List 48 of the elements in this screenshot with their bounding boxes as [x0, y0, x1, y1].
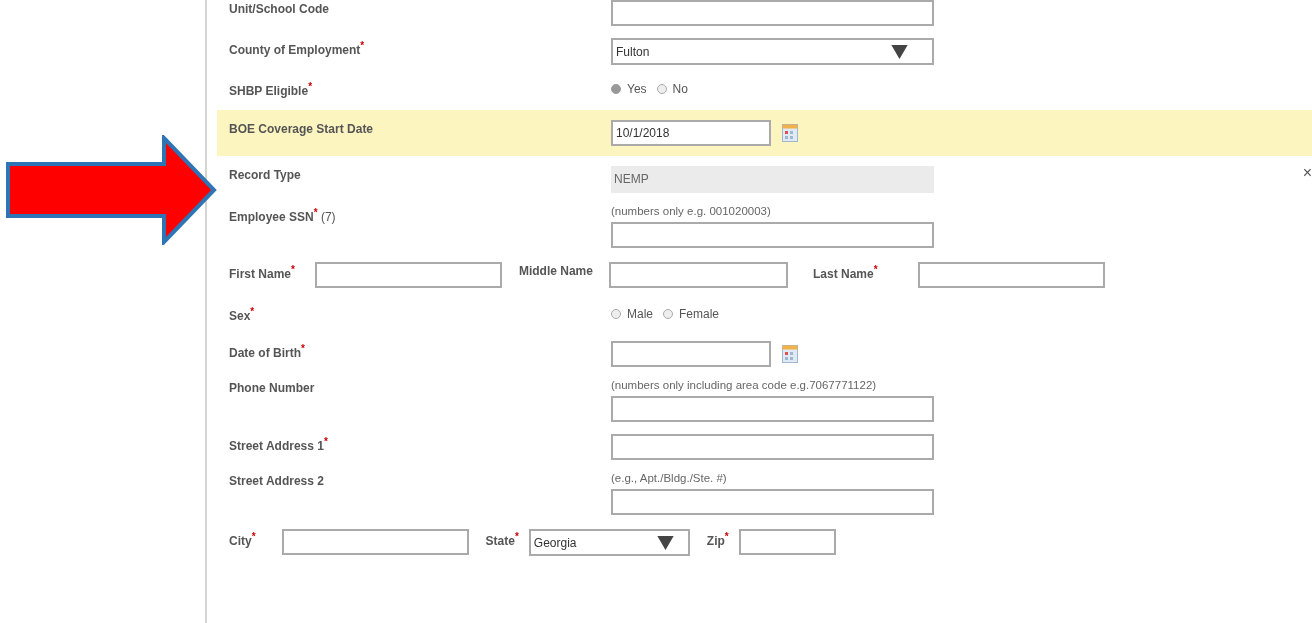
- caret-icon: [891, 44, 908, 59]
- input-field[interactable]: [611, 489, 934, 515]
- option-label: Male: [627, 307, 653, 321]
- input-field[interactable]: [314, 262, 502, 288]
- readonly-field: NEMP: [611, 166, 934, 193]
- option-label: Female: [679, 307, 720, 321]
- field-label: City$^{*}$: [229, 530, 256, 548]
- field-label: SHBP Eligible$^{*}$: [229, 80, 314, 98]
- input-field[interactable]: [738, 529, 836, 555]
- input-field[interactable]: [611, 222, 934, 248]
- option-label: No: [672, 82, 688, 96]
- input-field[interactable]: [611, 341, 771, 367]
- field-label: Phone Number: [229, 380, 316, 395]
- field-label: BOE Coverage Start Date: [229, 121, 375, 136]
- input-field[interactable]: [611, 0, 934, 26]
- radio-button[interactable]: [663, 309, 673, 319]
- radio-button[interactable]: [611, 84, 621, 94]
- hint-text: (numbers only e.g. 001020003): [611, 205, 772, 217]
- dropdown[interactable]: Georgia: [528, 529, 690, 556]
- input-field[interactable]: 10/1/2018: [611, 120, 771, 146]
- input-field[interactable]: [608, 262, 788, 288]
- calendar-icon[interactable]: [782, 345, 798, 363]
- field-label: Employee SSN$^{*}$ (7): [229, 206, 337, 224]
- input-field[interactable]: [917, 262, 1105, 288]
- close-button[interactable]: ×: [1302, 164, 1312, 182]
- field-label: Middle Name: [518, 263, 593, 278]
- option-label: Yes: [627, 82, 647, 96]
- hint-text: (numbers only including area code e.g.7067771122): [611, 379, 878, 391]
- hint-text: (e.g., Apt./Bldg./Ste. #): [611, 472, 728, 484]
- field-label: Date of Birth$^{*}$: [229, 342, 306, 360]
- field-label: State$^{*}$: [485, 530, 519, 548]
- field-label: Street Address 2: [229, 473, 325, 488]
- field-label: County of Employment$^{*}$: [229, 39, 366, 57]
- field-label: Last Name$^{*}$: [812, 263, 878, 281]
- field-label: Zip$^{*}$: [706, 530, 729, 548]
- radio-button[interactable]: [611, 309, 621, 319]
- field-label: First Name$^{*}$: [229, 263, 295, 281]
- radio-button[interactable]: [656, 84, 667, 94]
- dropdown[interactable]: Fulton: [611, 38, 934, 65]
- calendar-icon[interactable]: [782, 124, 798, 142]
- field-label: Unit/School Code: [229, 1, 330, 16]
- field-label: Sex$^{*}$: [229, 305, 256, 323]
- input-field[interactable]: [611, 396, 934, 422]
- field-label: Street Address 1$^{*}$: [229, 435, 329, 453]
- field-label: Record Type: [229, 167, 302, 182]
- caret-icon: [656, 535, 674, 550]
- input-field[interactable]: [281, 529, 469, 555]
- input-field[interactable]: [611, 434, 934, 460]
